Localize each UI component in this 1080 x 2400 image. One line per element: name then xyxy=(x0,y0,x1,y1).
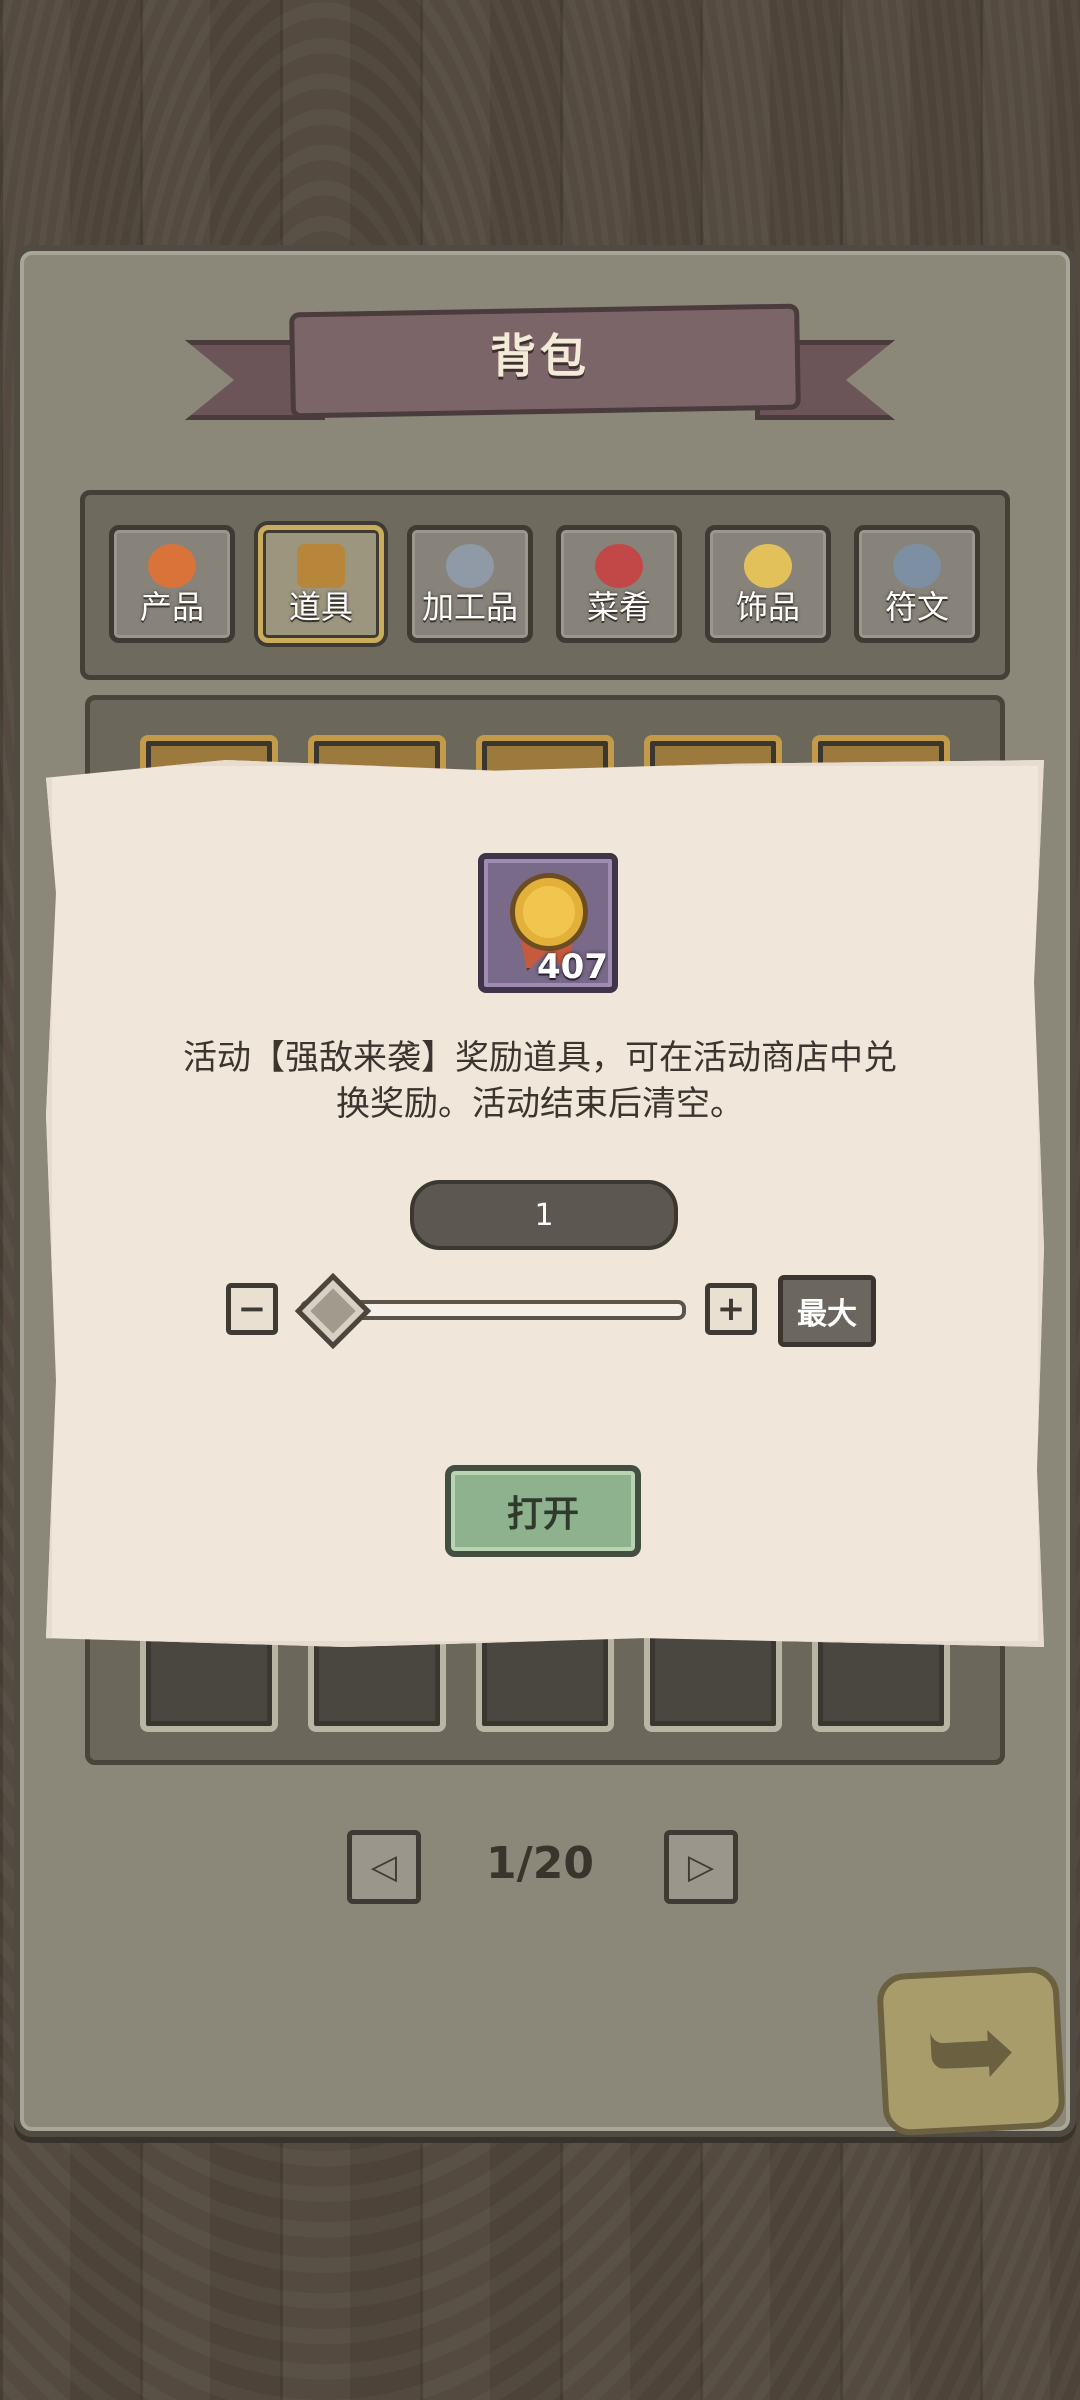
quantity-field[interactable]: 1 xyxy=(410,1180,678,1250)
title-banner: 背包 xyxy=(185,300,895,430)
arrow-left-icon: ◁ xyxy=(370,1847,398,1887)
tab-runes[interactable]: 符文 xyxy=(854,525,980,643)
tab-accessories[interactable]: 饰品 xyxy=(705,525,831,643)
tab-processed[interactable]: 加工品 xyxy=(407,525,533,643)
tab-label: 符文 xyxy=(884,588,949,626)
tab-dishes[interactable]: 菜肴 xyxy=(556,525,682,643)
tab-label: 饰品 xyxy=(735,588,800,626)
return-arrow-icon: ➥ xyxy=(921,1984,1021,2118)
item-description: 活动【强敌来袭】奖励道具，可在活动商店中兑 换奖励。活动结束后清空。 xyxy=(140,1035,940,1127)
quantity-value: 1 xyxy=(534,1197,554,1233)
page-indicator: 1/20 xyxy=(486,1838,594,1889)
item-count: 407 xyxy=(537,947,608,987)
arrow-right-icon: ▷ xyxy=(687,1847,715,1887)
description-line-2: 换奖励。活动结束后清空。 xyxy=(336,1084,744,1124)
medal-icon xyxy=(510,873,588,951)
item-icon-frame: 407 xyxy=(478,853,618,993)
decrease-button[interactable]: − xyxy=(226,1283,278,1335)
category-tab-bar: 产品 道具 加工品 菜肴 饰品 符文 xyxy=(80,490,1010,680)
tab-label: 加工品 xyxy=(421,588,518,626)
next-page-button[interactable]: ▷ xyxy=(664,1830,738,1904)
page-title: 背包 xyxy=(490,329,590,383)
return-button[interactable]: ➥ xyxy=(875,1965,1067,2137)
max-button[interactable]: 最大 xyxy=(778,1275,876,1347)
prev-page-button[interactable]: ◁ xyxy=(347,1830,421,1904)
increase-button[interactable]: + xyxy=(705,1283,757,1335)
description-line-1: 活动【强敌来袭】奖励道具，可在活动商店中兑 xyxy=(183,1038,897,1078)
open-button[interactable]: 打开 xyxy=(445,1465,641,1557)
tab-label: 菜肴 xyxy=(586,588,651,626)
tab-products[interactable]: 产品 xyxy=(109,525,235,643)
tab-items[interactable]: 道具 xyxy=(258,525,384,643)
tab-label: 产品 xyxy=(139,588,204,626)
tab-label: 道具 xyxy=(288,588,353,626)
